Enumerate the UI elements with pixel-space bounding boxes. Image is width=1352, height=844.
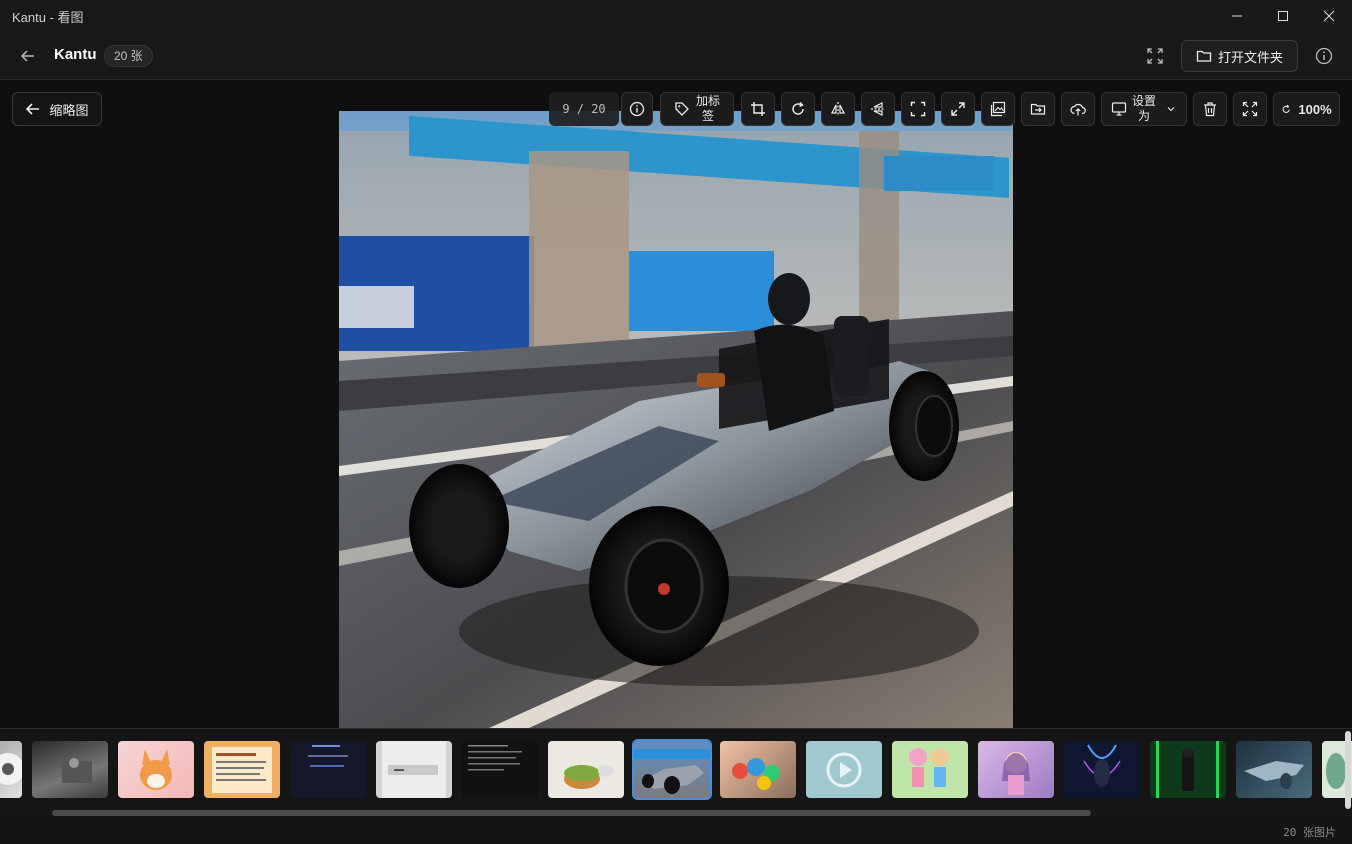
fit-screen-icon bbox=[1242, 101, 1258, 117]
arrow-left-icon bbox=[26, 103, 40, 115]
back-button[interactable] bbox=[14, 42, 42, 70]
page-indicator: 9 / 20 bbox=[549, 92, 619, 126]
move-to-folder-button[interactable] bbox=[1021, 92, 1055, 126]
add-tag-button[interactable]: 加标 签 bbox=[660, 92, 734, 126]
trash-icon bbox=[1204, 102, 1216, 117]
main-image[interactable] bbox=[339, 111, 1013, 728]
add-tag-label-1: 加标 bbox=[695, 94, 720, 108]
about-button[interactable] bbox=[1310, 42, 1338, 70]
thumbnails-button-label: 缩略图 bbox=[49, 102, 89, 118]
delete-button[interactable] bbox=[1193, 92, 1227, 126]
upload-button[interactable] bbox=[1061, 92, 1095, 126]
add-tag-label-2: 签 bbox=[701, 109, 714, 123]
thumbnail[interactable] bbox=[978, 741, 1054, 798]
minimize-button[interactable] bbox=[1214, 0, 1260, 32]
monitor-icon bbox=[1111, 102, 1127, 116]
flip-vertical-icon bbox=[871, 102, 885, 116]
open-folder-label: 打开文件夹 bbox=[1217, 49, 1283, 65]
gallery-button[interactable] bbox=[981, 92, 1015, 126]
maximize-icon bbox=[1278, 11, 1288, 21]
tag-icon bbox=[675, 102, 689, 116]
set-as-label-2: 为 bbox=[1137, 109, 1150, 123]
folder-move-icon bbox=[1030, 103, 1046, 115]
maximize-button[interactable] bbox=[1260, 0, 1306, 32]
thumbnail[interactable] bbox=[892, 741, 968, 798]
open-folder-button[interactable]: 打开文件夹 bbox=[1181, 40, 1298, 72]
fit-window-button[interactable] bbox=[1233, 92, 1267, 126]
fullscreen-button[interactable] bbox=[901, 92, 935, 126]
flip-vertical-button[interactable] bbox=[861, 92, 895, 126]
fit-screen-button[interactable] bbox=[1141, 42, 1169, 70]
close-icon bbox=[1323, 10, 1335, 22]
folder-icon bbox=[1196, 50, 1212, 62]
image-total-status: 20 张图片 bbox=[1283, 826, 1336, 839]
thumbnails-button[interactable]: 缩略图 bbox=[12, 92, 102, 126]
thumbnail[interactable] bbox=[376, 741, 452, 798]
thumbnail[interactable] bbox=[1150, 741, 1226, 798]
image-viewer: 缩略图 9 / 20 加标 签 设置 为 100% bbox=[0, 80, 1352, 728]
close-window-button[interactable] bbox=[1306, 0, 1352, 32]
thumbnail[interactable] bbox=[0, 741, 22, 798]
thumbnail[interactable] bbox=[290, 741, 366, 798]
filmstrip bbox=[0, 728, 1352, 816]
thumbnail[interactable] bbox=[462, 741, 538, 798]
minimize-icon bbox=[1232, 15, 1242, 17]
status-bar: 20 张图片 bbox=[0, 816, 1352, 844]
image-count-badge: 20 张 bbox=[104, 45, 153, 67]
info-icon bbox=[1315, 47, 1333, 65]
thumbnail[interactable] bbox=[548, 741, 624, 798]
zoom-reset-button[interactable]: 100% bbox=[1273, 92, 1340, 126]
thumbnail[interactable] bbox=[32, 741, 108, 798]
fullscreen-icon bbox=[910, 101, 926, 117]
window-title: Kantu - 看图 bbox=[12, 9, 84, 25]
app-header: Kantu 20 张 打开文件夹 bbox=[0, 32, 1352, 80]
info-icon bbox=[629, 101, 645, 117]
thumbnail[interactable] bbox=[1064, 741, 1140, 798]
title-bar: Kantu - 看图 bbox=[0, 0, 1352, 32]
app-name: Kantu bbox=[54, 46, 97, 63]
images-icon bbox=[990, 101, 1006, 117]
zoom-level: 100% bbox=[1298, 101, 1332, 117]
cloud-upload-icon bbox=[1070, 103, 1086, 116]
flip-horizontal-icon bbox=[831, 102, 845, 116]
expand-button[interactable] bbox=[941, 92, 975, 126]
vertical-scrollbar[interactable] bbox=[1345, 731, 1351, 809]
window-controls bbox=[1214, 0, 1352, 32]
thumbnail[interactable] bbox=[1236, 741, 1312, 798]
chevron-down-icon bbox=[1167, 107, 1175, 112]
thumbnail[interactable] bbox=[118, 741, 194, 798]
rotate-button[interactable] bbox=[781, 92, 815, 126]
thumbnail-active[interactable] bbox=[632, 739, 712, 800]
thumbnail[interactable] bbox=[720, 741, 796, 798]
thumbnail[interactable] bbox=[806, 741, 882, 798]
expand-diagonal-icon bbox=[951, 102, 965, 116]
set-as-label-1: 设置 bbox=[1131, 94, 1156, 108]
fit-screen-icon bbox=[1147, 48, 1163, 64]
rotate-icon bbox=[792, 102, 804, 115]
set-as-dropdown[interactable]: 设置 为 bbox=[1101, 92, 1187, 126]
crop-icon bbox=[751, 102, 765, 116]
thumbnail[interactable] bbox=[204, 741, 280, 798]
image-info-button[interactable] bbox=[621, 92, 653, 126]
crop-button[interactable] bbox=[741, 92, 775, 126]
reset-zoom-icon bbox=[1282, 104, 1291, 113]
arrow-left-icon bbox=[20, 50, 34, 62]
flip-horizontal-button[interactable] bbox=[821, 92, 855, 126]
